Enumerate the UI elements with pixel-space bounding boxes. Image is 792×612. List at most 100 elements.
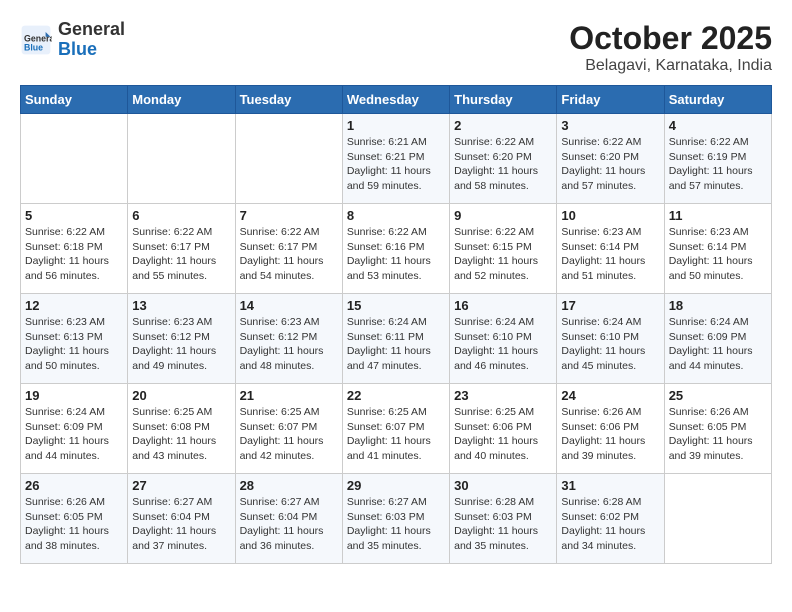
day-number: 4 xyxy=(669,118,767,133)
calendar-cell: 6 Sunrise: 6:22 AM Sunset: 6:17 PM Daylig… xyxy=(128,204,235,294)
calendar-cell: 7Sunrise: 6:22 AM Sunset: 6:17 PM Daylig… xyxy=(235,204,342,294)
location-title: Belagavi, Karnataka, India xyxy=(569,57,772,75)
day-number: 25 xyxy=(669,388,767,403)
day-info: Sunrise: 6:23 AM Sunset: 6:14 PM Dayligh… xyxy=(561,225,659,284)
logo-icon: General Blue xyxy=(20,24,52,56)
day-info: Sunrise: 6:24 AM Sunset: 6:09 PM Dayligh… xyxy=(669,315,767,374)
calendar-cell: 8 Sunrise: 6:22 AM Sunset: 6:16 PM Daylig… xyxy=(342,204,449,294)
day-number: 14 xyxy=(240,298,338,313)
day-number: 24 xyxy=(561,388,659,403)
calendar-cell: 19Sunrise: 6:24 AM Sunset: 6:09 PM Dayli… xyxy=(21,384,128,474)
calendar-cell: 29Sunrise: 6:27 AM Sunset: 6:03 PM Dayli… xyxy=(342,474,449,564)
calendar-cell xyxy=(128,114,235,204)
day-number: 11 xyxy=(669,208,767,223)
calendar-cell: 28Sunrise: 6:27 AM Sunset: 6:04 PM Dayli… xyxy=(235,474,342,564)
weekday-header-cell: Friday xyxy=(557,86,664,114)
calendar-cell xyxy=(21,114,128,204)
day-number: 27 xyxy=(132,478,230,493)
month-title: October 2025 xyxy=(569,20,772,57)
day-info: Sunrise: 6:25 AM Sunset: 6:07 PM Dayligh… xyxy=(347,405,445,464)
calendar-cell: 4 Sunrise: 6:22 AM Sunset: 6:19 PM Daylig… xyxy=(664,114,771,204)
day-number: 18 xyxy=(669,298,767,313)
calendar-cell: 2 Sunrise: 6:22 AM Sunset: 6:20 PM Daylig… xyxy=(450,114,557,204)
calendar-table: SundayMondayTuesdayWednesdayThursdayFrid… xyxy=(20,85,772,564)
day-info: Sunrise: 6:22 AM Sunset: 6:19 PM Dayligh… xyxy=(669,135,767,194)
calendar-week-row: 1 Sunrise: 6:21 AM Sunset: 6:21 PM Daylig… xyxy=(21,114,772,204)
calendar-cell: 12Sunrise: 6:23 AM Sunset: 6:13 PM Dayli… xyxy=(21,294,128,384)
day-info: Sunrise: 6:25 AM Sunset: 6:06 PM Dayligh… xyxy=(454,405,552,464)
logo-text: General Blue xyxy=(58,20,125,60)
calendar-cell: 23Sunrise: 6:25 AM Sunset: 6:06 PM Dayli… xyxy=(450,384,557,474)
calendar-cell: 18 Sunrise: 6:24 AM Sunset: 6:09 PM Dayli… xyxy=(664,294,771,384)
weekday-header-cell: Thursday xyxy=(450,86,557,114)
page-header: General Blue General Blue October 2025 B… xyxy=(20,20,772,75)
calendar-cell: 11 Sunrise: 6:23 AM Sunset: 6:14 PM Dayli… xyxy=(664,204,771,294)
day-info: Sunrise: 6:22 AM Sunset: 6:15 PM Dayligh… xyxy=(454,225,552,284)
calendar-cell: 26Sunrise: 6:26 AM Sunset: 6:05 PM Dayli… xyxy=(21,474,128,564)
day-info: Sunrise: 6:25 AM Sunset: 6:08 PM Dayligh… xyxy=(132,405,230,464)
day-info: Sunrise: 6:22 AM Sunset: 6:20 PM Dayligh… xyxy=(454,135,552,194)
day-number: 3 xyxy=(561,118,659,133)
day-info: Sunrise: 6:22 AM Sunset: 6:16 PM Dayligh… xyxy=(347,225,445,284)
weekday-header-cell: Sunday xyxy=(21,86,128,114)
day-info: Sunrise: 6:22 AM Sunset: 6:18 PM Dayligh… xyxy=(25,225,123,284)
weekday-header-cell: Saturday xyxy=(664,86,771,114)
day-number: 22 xyxy=(347,388,445,403)
day-info: Sunrise: 6:23 AM Sunset: 6:13 PM Dayligh… xyxy=(25,315,123,374)
calendar-cell: 20Sunrise: 6:25 AM Sunset: 6:08 PM Dayli… xyxy=(128,384,235,474)
logo: General Blue General Blue xyxy=(20,20,125,60)
day-info: Sunrise: 6:21 AM Sunset: 6:21 PM Dayligh… xyxy=(347,135,445,194)
calendar-cell: 9 Sunrise: 6:22 AM Sunset: 6:15 PM Daylig… xyxy=(450,204,557,294)
day-number: 10 xyxy=(561,208,659,223)
weekday-header-cell: Wednesday xyxy=(342,86,449,114)
calendar-cell: 30 Sunrise: 6:28 AM Sunset: 6:03 PM Dayli… xyxy=(450,474,557,564)
day-info: Sunrise: 6:22 AM Sunset: 6:20 PM Dayligh… xyxy=(561,135,659,194)
day-info: Sunrise: 6:26 AM Sunset: 6:05 PM Dayligh… xyxy=(25,495,123,554)
weekday-header-cell: Tuesday xyxy=(235,86,342,114)
calendar-cell: 13Sunrise: 6:23 AM Sunset: 6:12 PM Dayli… xyxy=(128,294,235,384)
calendar-cell: 22 Sunrise: 6:25 AM Sunset: 6:07 PM Dayli… xyxy=(342,384,449,474)
calendar-cell: 5 Sunrise: 6:22 AM Sunset: 6:18 PM Daylig… xyxy=(21,204,128,294)
day-number: 31 xyxy=(561,478,659,493)
calendar-cell: 15Sunrise: 6:24 AM Sunset: 6:11 PM Dayli… xyxy=(342,294,449,384)
day-info: Sunrise: 6:22 AM Sunset: 6:17 PM Dayligh… xyxy=(132,225,230,284)
weekday-header-row: SundayMondayTuesdayWednesdayThursdayFrid… xyxy=(21,86,772,114)
day-number: 30 xyxy=(454,478,552,493)
day-number: 16 xyxy=(454,298,552,313)
day-info: Sunrise: 6:24 AM Sunset: 6:10 PM Dayligh… xyxy=(561,315,659,374)
weekday-header-cell: Monday xyxy=(128,86,235,114)
calendar-body: 1 Sunrise: 6:21 AM Sunset: 6:21 PM Daylig… xyxy=(21,114,772,564)
day-number: 15 xyxy=(347,298,445,313)
calendar-cell: 17Sunrise: 6:24 AM Sunset: 6:10 PM Dayli… xyxy=(557,294,664,384)
day-info: Sunrise: 6:27 AM Sunset: 6:04 PM Dayligh… xyxy=(132,495,230,554)
day-number: 21 xyxy=(240,388,338,403)
day-number: 8 xyxy=(347,208,445,223)
calendar-cell: 21 Sunrise: 6:25 AM Sunset: 6:07 PM Dayli… xyxy=(235,384,342,474)
day-info: Sunrise: 6:23 AM Sunset: 6:14 PM Dayligh… xyxy=(669,225,767,284)
day-info: Sunrise: 6:26 AM Sunset: 6:06 PM Dayligh… xyxy=(561,405,659,464)
day-number: 6 xyxy=(132,208,230,223)
calendar-cell xyxy=(664,474,771,564)
calendar-cell: 24 Sunrise: 6:26 AM Sunset: 6:06 PM Dayli… xyxy=(557,384,664,474)
day-number: 5 xyxy=(25,208,123,223)
day-number: 9 xyxy=(454,208,552,223)
day-info: Sunrise: 6:27 AM Sunset: 6:04 PM Dayligh… xyxy=(240,495,338,554)
calendar-week-row: 5 Sunrise: 6:22 AM Sunset: 6:18 PM Daylig… xyxy=(21,204,772,294)
svg-text:Blue: Blue xyxy=(24,42,43,52)
day-info: Sunrise: 6:28 AM Sunset: 6:02 PM Dayligh… xyxy=(561,495,659,554)
calendar-cell: 31 Sunrise: 6:28 AM Sunset: 6:02 PM Dayli… xyxy=(557,474,664,564)
calendar-week-row: 12Sunrise: 6:23 AM Sunset: 6:13 PM Dayli… xyxy=(21,294,772,384)
day-info: Sunrise: 6:28 AM Sunset: 6:03 PM Dayligh… xyxy=(454,495,552,554)
day-info: Sunrise: 6:23 AM Sunset: 6:12 PM Dayligh… xyxy=(240,315,338,374)
day-info: Sunrise: 6:25 AM Sunset: 6:07 PM Dayligh… xyxy=(240,405,338,464)
day-info: Sunrise: 6:26 AM Sunset: 6:05 PM Dayligh… xyxy=(669,405,767,464)
day-number: 1 xyxy=(347,118,445,133)
calendar-cell: 25 Sunrise: 6:26 AM Sunset: 6:05 PM Dayli… xyxy=(664,384,771,474)
day-number: 2 xyxy=(454,118,552,133)
day-info: Sunrise: 6:23 AM Sunset: 6:12 PM Dayligh… xyxy=(132,315,230,374)
calendar-week-row: 26Sunrise: 6:26 AM Sunset: 6:05 PM Dayli… xyxy=(21,474,772,564)
day-number: 7 xyxy=(240,208,338,223)
day-info: Sunrise: 6:27 AM Sunset: 6:03 PM Dayligh… xyxy=(347,495,445,554)
title-area: October 2025 Belagavi, Karnataka, India xyxy=(569,20,772,75)
calendar-cell: 14 Sunrise: 6:23 AM Sunset: 6:12 PM Dayli… xyxy=(235,294,342,384)
